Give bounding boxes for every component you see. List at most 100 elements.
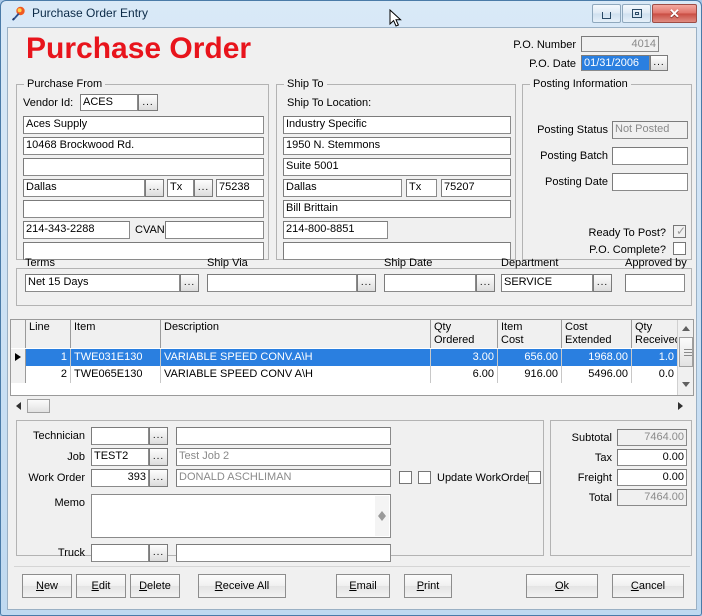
vendor-name-field[interactable]: Aces Supply <box>23 116 264 134</box>
job-code-field[interactable]: TEST2 <box>91 448 149 466</box>
ship-date-field[interactable] <box>384 274 476 292</box>
terms-lookup-button[interactable]: ... <box>180 274 199 292</box>
vendor-city-lookup-button[interactable]: ... <box>145 179 164 197</box>
approved-by-field[interactable] <box>625 274 685 292</box>
ship-to-state-field[interactable]: Tx <box>406 179 437 197</box>
memo-scroll-down-icon[interactable] <box>378 516 386 533</box>
cell-description: VARIABLE SPEED CONV A\H <box>161 366 431 383</box>
grid-header-line[interactable]: Line <box>26 320 71 348</box>
grid-header-qty-received[interactable]: Qty Received <box>632 320 678 348</box>
grip-line <box>684 349 692 350</box>
memo-scrollbar[interactable] <box>375 496 389 536</box>
po-number-field[interactable]: 4014 <box>581 36 659 52</box>
ship-to-contact-field[interactable]: Bill Brittain <box>283 200 511 218</box>
title-bar[interactable]: Purchase Order Entry ✕ <box>2 2 702 26</box>
vendor-country-field[interactable] <box>23 200 264 218</box>
ship-date-lookup-button[interactable]: ... <box>476 274 495 292</box>
vendor-id-field[interactable]: ACES <box>80 94 138 111</box>
ship-via-field[interactable] <box>207 274 357 292</box>
cell-qty-ordered: 6.00 <box>431 366 498 383</box>
grid-header-item[interactable]: Item <box>71 320 161 348</box>
row-selector[interactable] <box>11 349 26 366</box>
department-field[interactable]: SERVICE <box>501 274 593 292</box>
grid-header-item-cost-line2: Cost <box>501 333 524 346</box>
detail-checkbox-1[interactable] <box>399 471 412 484</box>
vendor-address2-field[interactable] <box>23 158 264 176</box>
grid-scroll-up-button[interactable] <box>678 320 694 336</box>
update-workorder-checkbox[interactable] <box>528 471 541 484</box>
row-selector[interactable] <box>11 366 26 383</box>
vendor-zip-field[interactable]: 75238 <box>216 179 264 197</box>
memo-textarea[interactable] <box>91 494 391 538</box>
new-button[interactable]: New <box>22 574 72 598</box>
vendor-state-lookup-button[interactable]: ... <box>194 179 213 197</box>
grid-vertical-scrollbar[interactable] <box>677 320 693 395</box>
work-order-label: Work Order <box>28 472 85 484</box>
grid-scroll-right-button[interactable] <box>672 398 688 414</box>
po-complete-checkbox[interactable] <box>673 242 686 255</box>
grid-hscrollbar-thumb[interactable] <box>27 399 50 413</box>
vendor-phone-field[interactable]: 214-343-2288 <box>23 221 130 239</box>
table-row[interactable]: 1 TWE031E130 VARIABLE SPEED CONV.A\H 3.0… <box>11 349 693 366</box>
truck-lookup-button[interactable]: ... <box>149 544 168 562</box>
ship-via-lookup-button[interactable]: ... <box>357 274 376 292</box>
cancel-button-post: ancel <box>638 580 666 592</box>
technician-code-field[interactable] <box>91 427 149 445</box>
cancel-button[interactable]: Cancel <box>612 574 684 598</box>
receive-all-button[interactable]: Receive All <box>198 574 286 598</box>
ship-via-label: Ship Via <box>207 257 248 269</box>
job-lookup-button[interactable]: ... <box>149 448 168 466</box>
delete-button[interactable]: Delete <box>130 574 180 598</box>
freight-field[interactable]: 0.00 <box>617 469 687 486</box>
ship-to-name-field[interactable]: Industry Specific <box>283 116 511 134</box>
memo-scroll-up-icon[interactable] <box>378 499 386 516</box>
posting-date-label: Posting Date <box>545 176 608 188</box>
truck-code-field[interactable] <box>91 544 149 562</box>
grid-scrollbar-thumb[interactable] <box>679 337 693 367</box>
grid-header-item-cost[interactable]: Item Cost <box>498 320 562 348</box>
detail-checkbox-2[interactable] <box>418 471 431 484</box>
subtotal-field: 7464.00 <box>617 429 687 446</box>
ship-to-address1-field[interactable]: 1950 N. Stemmons <box>283 137 511 155</box>
ship-to-city-field[interactable]: Dallas <box>283 179 402 197</box>
table-row[interactable]: 2 TWE065E130 VARIABLE SPEED CONV A\H 6.0… <box>11 366 693 383</box>
ship-date-label: Ship Date <box>384 257 433 269</box>
email-button[interactable]: Email <box>336 574 390 598</box>
vendor-id-lookup-button[interactable]: ... <box>138 94 158 111</box>
grid-header-description[interactable]: Description <box>161 320 431 348</box>
line-items-grid[interactable]: Line Item Description Qty Ordered Item C… <box>10 319 694 396</box>
ship-to-phone-field[interactable]: 214-800-8851 <box>283 221 388 239</box>
maximize-button[interactable] <box>622 4 651 23</box>
minimize-button[interactable] <box>592 4 621 23</box>
vendor-address1-field[interactable]: 10468 Brockwood Rd. <box>23 137 264 155</box>
terms-field[interactable]: Net 15 Days <box>25 274 180 292</box>
print-button[interactable]: Print <box>404 574 452 598</box>
grid-scroll-left-button[interactable] <box>10 398 26 414</box>
cell-cost-extended: 5496.00 <box>562 366 632 383</box>
edit-button[interactable]: Edit <box>76 574 126 598</box>
vendor-city-field[interactable]: Dallas <box>23 179 145 197</box>
ship-to-zip-field[interactable]: 75207 <box>441 179 511 197</box>
vendor-state-field[interactable]: Tx <box>167 179 194 197</box>
ready-to-post-checkbox[interactable]: ✓ <box>673 225 686 238</box>
totals-panel: Subtotal 7464.00 Tax 0.00 Freight 0.00 T… <box>550 420 692 556</box>
department-lookup-button[interactable]: ... <box>593 274 612 292</box>
posting-batch-field[interactable] <box>612 147 688 165</box>
grid-header-qty-ordered[interactable]: Qty Ordered <box>431 320 498 348</box>
close-button[interactable]: ✕ <box>652 4 697 23</box>
po-date-field[interactable]: 01/31/2006 <box>581 55 650 71</box>
grid-scroll-down-button[interactable] <box>678 376 694 392</box>
ok-button[interactable]: Ok <box>526 574 598 598</box>
technician-lookup-button[interactable]: ... <box>149 427 168 445</box>
work-order-lookup-button[interactable]: ... <box>149 469 168 487</box>
work-order-code-field[interactable]: 393 <box>91 469 149 487</box>
grid-header-cost-extended[interactable]: Cost Extended <box>562 320 632 348</box>
tax-field[interactable]: 0.00 <box>617 449 687 466</box>
memo-label: Memo <box>54 497 85 509</box>
posting-date-field[interactable] <box>612 173 688 191</box>
po-date-lookup-button[interactable]: ... <box>650 55 668 71</box>
grid-horizontal-scrollbar[interactable] <box>10 398 694 414</box>
grid-header-qty-ordered-line1: Qty <box>434 321 452 333</box>
ship-to-address2-field[interactable]: Suite 5001 <box>283 158 511 176</box>
cvan-field[interactable] <box>165 221 264 239</box>
